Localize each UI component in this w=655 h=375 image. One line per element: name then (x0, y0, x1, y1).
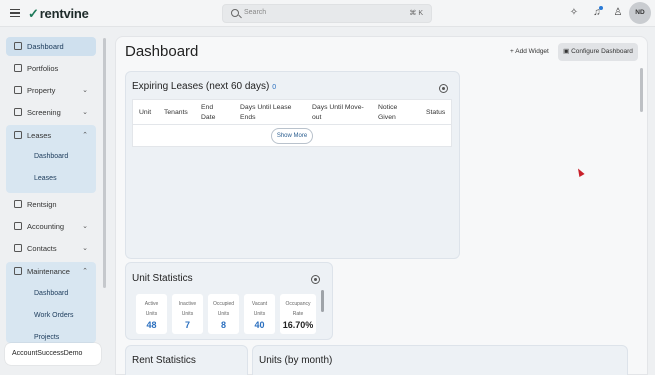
stat-card-occupancy-rate[interactable]: Occupancy Rate 16.70% (280, 294, 316, 334)
sidebar-item-contacts[interactable]: Contacts ⌄ (6, 239, 96, 258)
chevron-down-icon: ⌄ (82, 245, 88, 252)
page-title: Dashboard (125, 43, 199, 60)
notification-dot (599, 6, 603, 10)
sidebar-item-accounting[interactable]: Accounting ⌄ (6, 217, 96, 236)
brand-logo[interactable]: ✓rentvine (28, 6, 89, 22)
expiring-leases-count: 0 (272, 84, 277, 91)
column-header-tenants[interactable]: Tenants (164, 108, 188, 118)
bell-icon[interactable]: ♫ (591, 6, 603, 19)
search-input[interactable]: Search ⌘ K (222, 4, 432, 23)
rent-statistics-widget: Rent Statistics (125, 345, 248, 375)
stat-card-occupied-units[interactable]: Occupied Units 8 (208, 294, 239, 334)
chevron-down-icon: ⌄ (82, 223, 88, 230)
sidebar-subitem-maintenance-dashboard[interactable]: Dashboard (6, 284, 96, 304)
user-icon[interactable]: ♙ (612, 7, 624, 19)
stat-card-active-units[interactable]: Active Units 48 (136, 294, 167, 334)
top-bar: ✓rentvine Search ⌘ K ✧ ♫ ♙ ND (0, 0, 655, 27)
stat-value: 16.70% (282, 320, 314, 330)
expiring-leases-title: Expiring Leases (next 60 days) 0 (132, 81, 277, 92)
sidebar-item-screening[interactable]: Screening ⌄ (6, 103, 96, 122)
configure-dashboard-button[interactable]: ▣ Configure Dashboard (558, 43, 638, 61)
brand-mark-icon: ✓ (28, 6, 39, 21)
screening-icon (14, 108, 22, 116)
rent-statistics-title: Rent Statistics (132, 355, 196, 366)
chevron-up-icon: ⌃ (82, 268, 88, 275)
sidebar-item-maintenance[interactable]: Maintenance ⌃ (6, 262, 96, 281)
chevron-down-icon: ⌄ (82, 87, 88, 94)
column-header-status[interactable]: Status (426, 108, 445, 118)
document-icon (14, 131, 22, 139)
folder-icon (14, 64, 22, 72)
stat-value: 48 (146, 320, 157, 330)
column-header-unit[interactable]: Unit (139, 108, 151, 118)
signature-icon (14, 200, 22, 208)
grid-icon (14, 42, 22, 50)
gear-icon[interactable] (311, 275, 320, 284)
sidebar-scrollbar[interactable] (103, 38, 106, 288)
wrench-icon (14, 267, 22, 275)
column-header-notice-given[interactable]: Notice Given (378, 103, 410, 123)
stat-value: 7 (184, 320, 190, 330)
menu-icon[interactable] (10, 9, 20, 17)
account-switcher[interactable]: AccountSuccessDemo (5, 343, 101, 365)
stat-card-vacant-units[interactable]: Vacant Units 40 (244, 294, 275, 334)
sidebar-item-leases[interactable]: Leases ⌃ (6, 126, 96, 145)
sidebar-item-rentsign[interactable]: Rentsign (6, 195, 96, 214)
chevron-down-icon: ⌄ (82, 109, 88, 116)
sidebar-subitem-work-orders[interactable]: Work Orders (6, 306, 96, 326)
avatar[interactable]: ND (629, 2, 651, 24)
search-placeholder: Search (244, 9, 267, 16)
add-widget-button[interactable]: + Add Widget (505, 44, 554, 60)
gear-icon[interactable] (439, 84, 448, 93)
main-scrollbar[interactable] (640, 68, 643, 112)
stats-scrollbar[interactable] (321, 290, 324, 312)
table-divider (132, 124, 452, 125)
search-shortcut: ⌘ K (409, 10, 423, 17)
sidebar-subitem-leases-dashboard[interactable]: Dashboard (6, 147, 96, 167)
sidebar-subitem-projects[interactable]: Projects (6, 328, 96, 342)
sparkle-icon[interactable]: ✧ (568, 7, 580, 19)
sidebar-item-dashboard[interactable]: Dashboard (6, 37, 96, 56)
units-by-month-title: Units (by month) (259, 355, 333, 366)
search-icon (231, 9, 239, 17)
unit-statistics-title: Unit Statistics (132, 273, 193, 284)
configure-icon: ▣ (563, 48, 572, 55)
stat-value: 40 (254, 320, 265, 330)
sidebar-item-portfolios[interactable]: Portfolios (6, 59, 96, 78)
sidebar-item-property[interactable]: Property ⌄ (6, 81, 96, 100)
column-header-days-until-move-out[interactable]: Days Until Move-out (312, 103, 370, 123)
contacts-icon (14, 244, 22, 252)
dollar-icon (14, 222, 22, 230)
home-icon (14, 86, 22, 94)
column-header-days-until-lease-ends[interactable]: Days Until Lease Ends (240, 103, 300, 123)
units-by-month-widget: Units (by month) (252, 345, 628, 375)
stat-value: 8 (220, 320, 226, 330)
chevron-up-icon: ⌃ (82, 132, 88, 139)
stat-card-inactive-units[interactable]: Inactive Units 7 (172, 294, 203, 334)
show-more-button[interactable]: Show More (271, 128, 313, 144)
column-header-end-date[interactable]: End Date (201, 103, 227, 123)
sidebar-subitem-leases[interactable]: Leases (6, 169, 96, 189)
